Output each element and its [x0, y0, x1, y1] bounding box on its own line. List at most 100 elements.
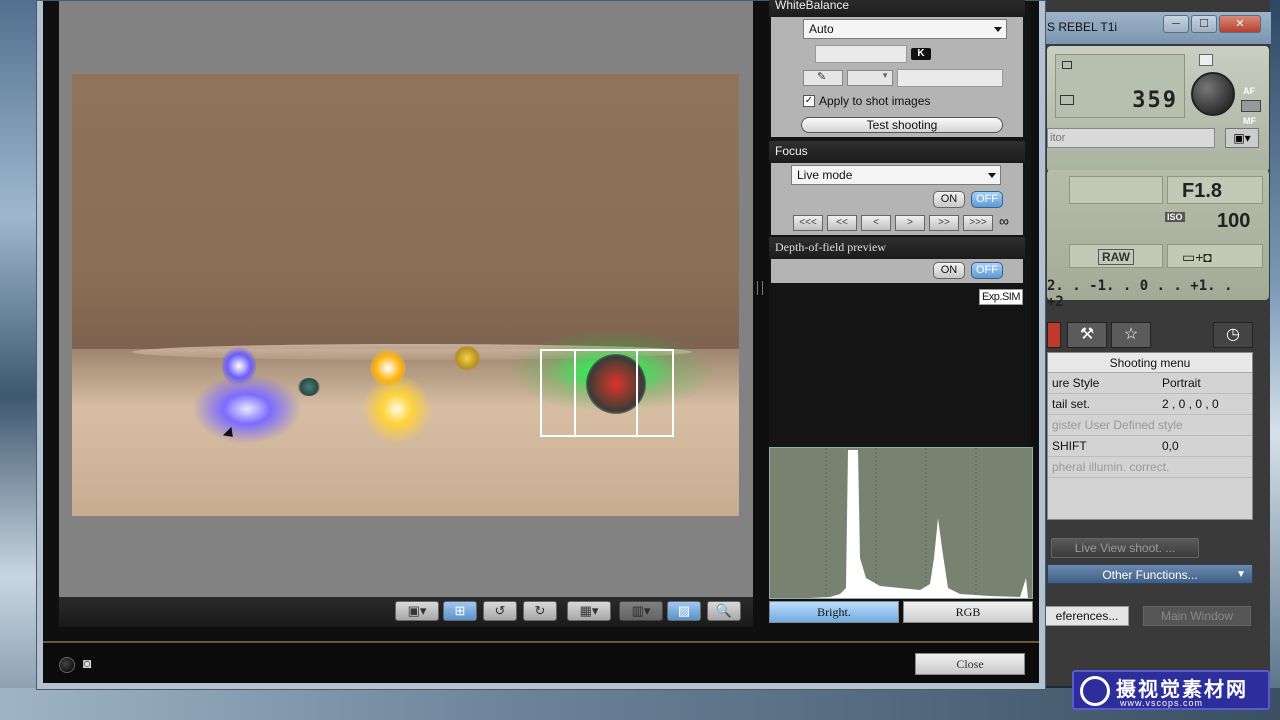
- focus-near-medium-button[interactable]: <<: [827, 215, 857, 231]
- tab-tools[interactable]: ⚒: [1067, 322, 1107, 348]
- menu-row-key: tail set.: [1052, 397, 1091, 411]
- focus-near-large-button[interactable]: <<<: [793, 215, 823, 231]
- aspect-ratio-button[interactable]: ▣▾: [395, 601, 439, 621]
- focus-far-medium-button[interactable]: >>: [929, 215, 959, 231]
- white-balance-heading: WhiteBalance: [769, 0, 1025, 17]
- blue-figure: [222, 346, 256, 386]
- tab-shooting[interactable]: [1047, 322, 1061, 348]
- focus-off-button[interactable]: OFF: [971, 191, 1003, 208]
- apply-to-shot-images-label: Apply to shot images: [819, 94, 931, 108]
- tab-brightness[interactable]: Bright.: [769, 601, 899, 623]
- save-destination-box[interactable]: ▭+◘: [1167, 244, 1263, 268]
- dof-off-button[interactable]: OFF: [971, 262, 1003, 279]
- menu-row-detail-set[interactable]: tail set. 2 , 0 , 0 , 0: [1048, 394, 1252, 415]
- af-label: AF: [1243, 86, 1255, 96]
- magnify-icon[interactable]: 🔍: [707, 601, 741, 621]
- grid-lines-button[interactable]: ▦▾: [567, 601, 611, 621]
- timer-icon: ◷: [1226, 326, 1240, 343]
- quality-box[interactable]: RAW: [1069, 244, 1163, 268]
- eyedropper-button[interactable]: ✎: [803, 70, 843, 86]
- test-shooting-button[interactable]: Test shooting: [801, 117, 1003, 133]
- menu-row-wb-shift[interactable]: SHIFT 0,0: [1048, 436, 1252, 457]
- shooting-mode-dial[interactable]: [1191, 72, 1235, 116]
- focus-on-button[interactable]: ON: [933, 191, 965, 208]
- focus-far-small-button[interactable]: >: [895, 215, 925, 231]
- tools-icon: ⚒: [1079, 326, 1095, 343]
- focus-near-small-button[interactable]: <: [861, 215, 891, 231]
- minimize-button[interactable]: ─: [1163, 15, 1189, 33]
- aperture-box[interactable]: F1.8: [1167, 176, 1263, 204]
- live-view-area[interactable]: [59, 1, 753, 597]
- rotate-right-icon[interactable]: ↻: [523, 601, 557, 621]
- exposure-compensation-scale[interactable]: 2. . -1. . 0 . . +1. . +2: [1047, 278, 1247, 310]
- camera-body-icon: [1199, 54, 1213, 66]
- live-view-window: ▣▾ ⊞ ↺ ↻ ▦▾ ▥▾ ▨ 🔍 WhiteBalance Auto K ✎…: [36, 0, 1046, 690]
- drive-mode-icon: [1062, 61, 1072, 69]
- maximize-button[interactable]: ☐: [1191, 15, 1217, 33]
- live-view-image[interactable]: [72, 74, 739, 516]
- overlay-button[interactable]: ▥▾: [619, 601, 663, 621]
- dof-preview-section: ON OFF: [771, 259, 1023, 283]
- focus-far-large-button[interactable]: >>>: [963, 215, 993, 231]
- blue-light-glow: [192, 374, 302, 444]
- tab-favorites[interactable]: ☆: [1111, 322, 1151, 348]
- main-window-button[interactable]: Main Window: [1143, 606, 1251, 626]
- card-icon: [1060, 95, 1074, 105]
- watermark-logo-icon: [1080, 676, 1110, 706]
- wb-sample-field[interactable]: [897, 69, 1003, 87]
- dof-on-button[interactable]: ON: [933, 262, 965, 279]
- chevron-down-icon: [994, 27, 1002, 32]
- focus-heading: Focus: [769, 141, 1025, 163]
- live-view-window-body: ▣▾ ⊞ ↺ ↻ ▦▾ ▥▾ ▨ 🔍 WhiteBalance Auto K ✎…: [43, 0, 1039, 683]
- tab-rgb[interactable]: RGB: [903, 601, 1033, 623]
- fit-view-button[interactable]: ▨: [667, 601, 701, 621]
- camera-tabs: ⚒ ☆ ◷: [1047, 322, 1263, 350]
- camera-icon[interactable]: ◙: [83, 655, 103, 671]
- record-button[interactable]: [59, 657, 75, 673]
- shutter-speed-box[interactable]: [1069, 176, 1163, 204]
- white-balance-select[interactable]: Auto: [803, 19, 1007, 39]
- focus-mode-value: Live mode: [797, 168, 853, 182]
- focus-mode-select[interactable]: Live mode: [791, 165, 1001, 185]
- menu-row-key: pheral illumin. correct.: [1052, 460, 1170, 474]
- menu-row-value: 0,0: [1162, 439, 1179, 453]
- eyedropper-icon: ✎: [817, 71, 827, 83]
- iso-value[interactable]: 100: [1217, 210, 1250, 233]
- apply-to-shot-images-checkbox[interactable]: ✓: [803, 95, 815, 107]
- monitor-field[interactable]: itor: [1047, 128, 1215, 148]
- menu-row-value: 2 , 0 , 0 , 0: [1162, 397, 1219, 411]
- menu-row-value: Portrait: [1162, 376, 1201, 390]
- menu-row-peripheral-illumination[interactable]: pheral illumin. correct.: [1048, 457, 1252, 478]
- close-window-button[interactable]: ✕: [1219, 15, 1261, 33]
- close-button[interactable]: Close: [915, 653, 1025, 675]
- monitor-camera-button[interactable]: ▣▾: [1225, 128, 1259, 148]
- camera-remote-window: S REBEL T1i ─ ☐ ✕ 359 AF MF itor ▣▾ F1.8…: [1040, 0, 1271, 686]
- yellow-light-glow: [362, 374, 432, 444]
- menu-row-register-style[interactable]: gister User Defined style: [1048, 415, 1252, 436]
- yellow-figure: [370, 350, 406, 386]
- chevron-down-icon: ▼: [881, 71, 889, 80]
- exposure-settings-panel: F1.8 ISO 100 RAW ▭+◘ 2. . -1. . 0 . . +1…: [1047, 170, 1269, 310]
- histogram-graph: [770, 448, 1028, 598]
- other-functions-label: Other Functions...: [1102, 568, 1198, 582]
- panel-splitter[interactable]: [757, 281, 763, 295]
- other-functions-button[interactable]: Other Functions... ▼: [1047, 564, 1253, 584]
- zoom-frame[interactable]: [540, 349, 674, 437]
- focus-toggle: ON OFF: [933, 191, 1013, 209]
- focus-frame-button[interactable]: ⊞: [443, 601, 477, 621]
- af-mf-switch[interactable]: [1241, 100, 1261, 112]
- preferences-button[interactable]: eferences...: [1045, 606, 1129, 626]
- shooting-menu-header: Shooting menu: [1048, 353, 1252, 373]
- rotate-left-icon[interactable]: ↺: [483, 601, 517, 621]
- pc-camera-icon: ▭+◘: [1182, 249, 1212, 265]
- camera-window-title: S REBEL T1i: [1047, 20, 1118, 34]
- live-view-shoot-button[interactable]: Live View shoot. ...: [1051, 538, 1199, 558]
- desktop-background-left: [0, 0, 40, 720]
- white-balance-section: Auto K ✎ ▼ ✓ Apply to shot images Test s…: [771, 17, 1023, 137]
- tab-timer[interactable]: ◷: [1213, 322, 1253, 348]
- white-balance-value: Auto: [809, 22, 834, 36]
- menu-row-picture-style[interactable]: ure Style Portrait: [1048, 373, 1252, 394]
- zoom-inner-frame[interactable]: [574, 349, 638, 437]
- wb-sample-select[interactable]: ▼: [847, 70, 893, 86]
- color-temp-field[interactable]: [815, 45, 907, 63]
